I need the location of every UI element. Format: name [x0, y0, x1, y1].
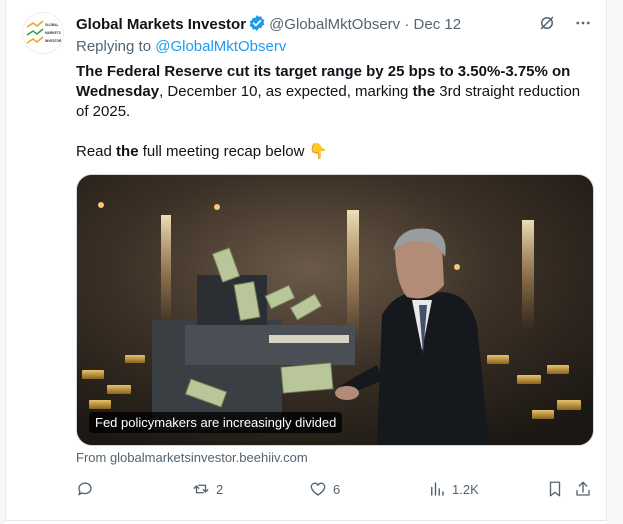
repost-button[interactable]: 2 — [192, 480, 223, 498]
avatar-text-line1: GLOBAL — [45, 23, 59, 27]
header-actions — [538, 14, 592, 32]
like-button[interactable]: 6 — [309, 480, 340, 498]
tweet-text: The Federal Reserve cut its target range… — [76, 62, 596, 162]
tweet-paragraph-2: Read the full meeting recap below 👇 — [76, 142, 596, 162]
avatar-text-line3: INVESTOR — [45, 39, 62, 43]
author-handle[interactable]: @GlobalMktObserv — [269, 16, 400, 33]
link-card-image[interactable]: Fed policymakers are increasingly divide… — [76, 174, 594, 446]
avatar[interactable]: GLOBAL MARKETS INVESTOR — [22, 12, 64, 54]
replying-handle-link[interactable]: @GlobalMktObserv — [155, 38, 286, 55]
replying-to: Replying to @GlobalMktObserv — [76, 38, 286, 55]
more-options-icon[interactable] — [574, 14, 592, 32]
verified-badge-icon[interactable] — [248, 14, 266, 32]
tweet-paragraph-1: The Federal Reserve cut its target range… — [76, 62, 596, 122]
pointing-down-emoji: 👇 — [308, 143, 328, 160]
tweet-bold-2: the — [412, 83, 436, 100]
link-source[interactable]: From globalmarketsinvestor.beehiiv.com — [76, 450, 308, 465]
share-icon — [574, 480, 592, 498]
avatar-text-line2: MARKETS — [45, 31, 61, 35]
heart-icon — [309, 480, 327, 498]
bookmark-icon — [546, 480, 564, 498]
replying-prefix: Replying to — [76, 38, 156, 55]
right-gutter — [606, 0, 623, 524]
tweet-bold-3: the — [116, 143, 139, 160]
reply-button[interactable] — [76, 480, 100, 498]
views-count: 1.2K — [452, 481, 479, 497]
author-name[interactable]: Global Markets Investor — [76, 16, 246, 33]
tweet-actions: 2 6 1.2K — [76, 480, 596, 500]
views-button[interactable]: 1.2K — [428, 480, 479, 498]
tweet-text-1: , December 10, as expected, marking — [159, 83, 413, 100]
repost-icon — [192, 480, 210, 498]
bar-chart-icon — [428, 480, 446, 498]
reply-icon — [76, 480, 94, 498]
repost-count: 2 — [216, 481, 224, 497]
tweet-header: Global Markets Investor @GlobalMktObserv … — [76, 14, 461, 33]
share-button[interactable] — [574, 480, 592, 498]
header-separator: · — [404, 16, 410, 33]
link-card-caption: Fed policymakers are increasingly divide… — [89, 412, 343, 433]
grok-icon[interactable] — [538, 14, 556, 32]
tweet-date[interactable]: Dec 12 — [414, 16, 462, 33]
tweet-text-3: Read — [76, 143, 117, 160]
like-count: 6 — [333, 481, 341, 497]
tweet-text-4: full meeting recap below — [138, 143, 309, 160]
bookmark-button[interactable] — [546, 480, 564, 498]
tweet-card[interactable]: GLOBAL MARKETS INVESTOR Global Markets I… — [5, 0, 607, 521]
